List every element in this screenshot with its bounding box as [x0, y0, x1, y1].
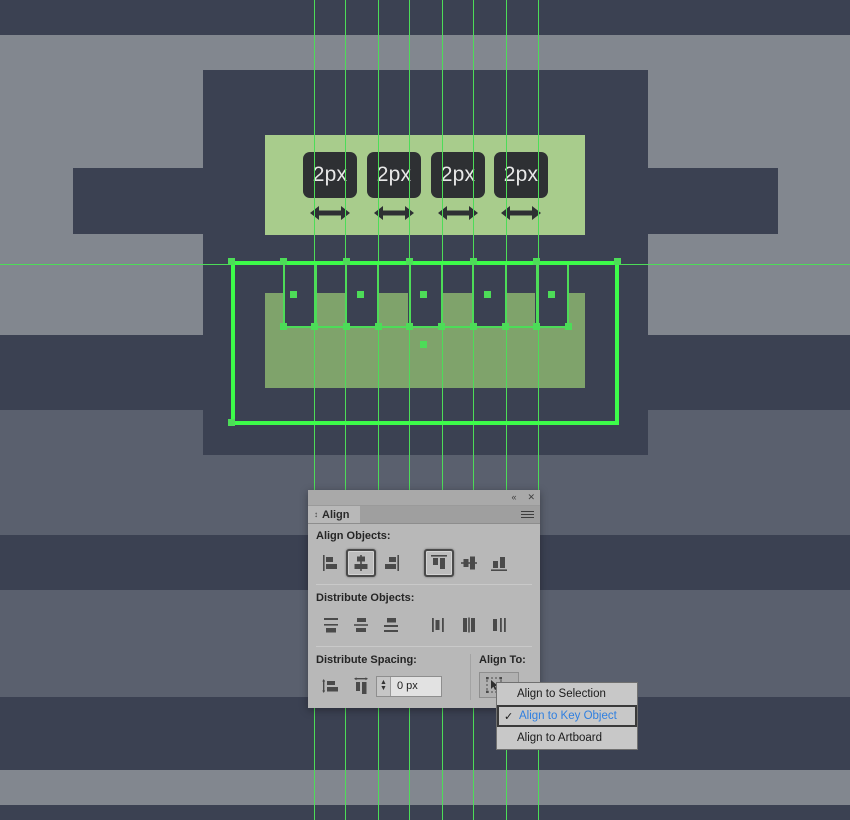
anchor-point[interactable] [470, 323, 477, 330]
stepper-down-icon[interactable]: ▼ [380, 685, 387, 692]
align-to-label: Align To: [479, 654, 526, 666]
badge-label: 2px [503, 163, 539, 186]
menu-item-align-to-artboard[interactable]: Align to Artboard [497, 727, 637, 749]
anchor-point[interactable] [484, 291, 491, 298]
distribute-objects-label: Distribute Objects: [316, 592, 415, 604]
distribute-spacing-col: Distribute Spacing: ▲ ▼ 0 px [316, 654, 470, 700]
distribute-bottom-button[interactable] [376, 611, 406, 639]
background-band [0, 770, 850, 805]
anchor-point[interactable] [565, 323, 572, 330]
distribute-objects-row [316, 610, 532, 640]
anchor-point[interactable] [502, 323, 509, 330]
background-band [0, 805, 850, 820]
distribute-center-vertical-button[interactable] [346, 611, 376, 639]
menu-item-align-to-key-object[interactable]: ✓ Align to Key Object [497, 705, 637, 727]
badge-2px: 2px [303, 152, 357, 198]
panel-menu-button[interactable] [521, 506, 540, 523]
distribute-spacing-row: ▲ ▼ 0 px [316, 672, 470, 700]
anchor-point[interactable] [548, 291, 555, 298]
anchor-point[interactable] [343, 323, 350, 330]
anchor-point[interactable] [280, 323, 287, 330]
hamburger-menu-icon [521, 509, 534, 520]
distribute-spacing-label: Distribute Spacing: [316, 654, 417, 666]
anchor-point[interactable] [470, 258, 477, 265]
badge-2px: 2px [494, 152, 548, 198]
anchor-point[interactable] [406, 258, 413, 265]
align-center-vertical-button[interactable] [454, 549, 484, 577]
badge-2px: 2px [367, 152, 421, 198]
background-band [0, 0, 850, 35]
artwork-right-arm [648, 168, 778, 234]
divider [316, 584, 532, 585]
menu-item-label: Align to Selection [517, 688, 606, 700]
menu-item-label: Align to Key Object [519, 710, 617, 722]
badge-label: 2px [440, 163, 476, 186]
anchor-point[interactable] [614, 258, 621, 265]
spacing-value-field[interactable]: ▲ ▼ 0 px [376, 675, 442, 697]
distribute-vertical-spacing-button[interactable] [316, 672, 346, 700]
checkmark-icon: ✓ [504, 710, 514, 723]
anchor-point[interactable] [280, 258, 287, 265]
anchor-point[interactable] [311, 323, 318, 330]
spacing-value[interactable]: 0 px [391, 680, 418, 692]
badge-label: 2px [376, 163, 412, 186]
distribute-right-button[interactable] [484, 611, 514, 639]
distribute-top-button[interactable] [316, 611, 346, 639]
artwork-left-arm [73, 168, 204, 234]
anchor-point[interactable] [343, 258, 350, 265]
align-center-horizontal-button[interactable] [346, 549, 376, 577]
align-to-dropdown-menu[interactable]: Align to Selection ✓ Align to Key Object… [496, 682, 638, 750]
badge-2px: 2px [431, 152, 485, 198]
spacing-stepper[interactable]: ▲ ▼ [377, 676, 391, 696]
tab-label: Align [322, 508, 350, 521]
align-top-button[interactable] [424, 549, 454, 577]
anchor-point[interactable] [533, 258, 540, 265]
align-right-button[interactable] [376, 549, 406, 577]
align-panel[interactable]: « ✕ ↕ Align Align Objects: Distribute Ob… [308, 490, 540, 708]
distribute-horizontal-spacing-button[interactable] [346, 672, 376, 700]
anchor-point[interactable] [438, 323, 445, 330]
anchor-point[interactable] [533, 323, 540, 330]
anchor-point[interactable] [406, 323, 413, 330]
tab-align[interactable]: ↕ Align [308, 506, 360, 523]
panel-body: Align Objects: Distribute Objects: Distr… [308, 524, 540, 708]
panel-titlebar: « ✕ [308, 490, 540, 506]
distribute-left-button[interactable] [424, 611, 454, 639]
divider [316, 646, 532, 647]
panel-tabbar: ↕ Align [308, 506, 540, 524]
align-bottom-button[interactable] [484, 549, 514, 577]
menu-item-label: Align to Artboard [517, 732, 603, 744]
distribute-center-horizontal-button[interactable] [454, 611, 484, 639]
anchor-point[interactable] [228, 258, 235, 265]
anchor-point[interactable] [290, 291, 297, 298]
anchor-point[interactable] [357, 291, 364, 298]
close-icon[interactable]: ✕ [527, 493, 535, 502]
menu-item-align-to-selection[interactable]: Align to Selection [497, 683, 637, 705]
anchor-point-key[interactable] [420, 341, 427, 348]
align-objects-row [316, 548, 532, 578]
anchor-point[interactable] [375, 323, 382, 330]
anchor-point[interactable] [420, 291, 427, 298]
tab-caret-icon: ↕ [314, 510, 318, 519]
collapse-icon[interactable]: « [511, 493, 516, 502]
badge-label: 2px [312, 163, 348, 186]
align-left-button[interactable] [316, 549, 346, 577]
align-objects-label: Align Objects: [316, 530, 391, 542]
anchor-point[interactable] [228, 419, 235, 426]
